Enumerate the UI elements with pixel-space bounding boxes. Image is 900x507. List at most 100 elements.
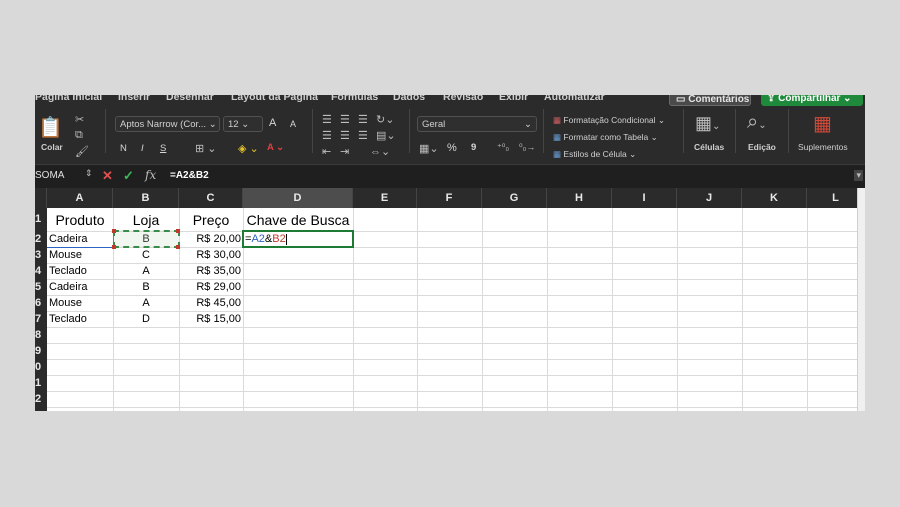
expand-formula-icon[interactable]: ▾ xyxy=(854,170,863,181)
formula-input[interactable]: =A2&B2 xyxy=(170,170,209,181)
decrease-decimal-icon[interactable]: ⁰₀→ xyxy=(519,142,535,153)
cell-d2-formula[interactable]: =A2&B2 xyxy=(245,233,287,245)
align-bottom-icon[interactable]: ☰ xyxy=(358,113,368,126)
font-name-dropdown[interactable]: Aptos Narrow (Cor... ⌄ xyxy=(115,116,220,132)
name-box[interactable]: SOMA xyxy=(35,170,64,181)
name-box-arrows-icon[interactable]: ⇕ xyxy=(85,168,93,179)
cancel-icon[interactable]: ✕ xyxy=(102,168,113,184)
find-icon[interactable]: ⌕⌄ xyxy=(747,111,767,134)
row-header[interactable]: 4 xyxy=(35,263,47,279)
row-header[interactable]: 8 xyxy=(35,327,47,343)
shrink-font-button[interactable]: A xyxy=(290,119,296,129)
orientation-icon[interactable]: ↻⌄ xyxy=(376,113,394,126)
share-button[interactable]: ⇪ Compartilhar ⌄ xyxy=(761,95,863,106)
row-header[interactable]: 7 xyxy=(35,311,47,327)
comma-style-button[interactable]: 9 xyxy=(471,142,476,153)
addins-icon[interactable]: ▦ xyxy=(813,111,832,136)
column-header-h[interactable]: H xyxy=(547,188,612,208)
cell-b1[interactable]: Loja xyxy=(113,212,179,228)
increase-indent-icon[interactable]: ⇥ xyxy=(340,145,349,158)
bold-button[interactable]: N xyxy=(120,143,127,154)
tab-insert[interactable]: Inserir xyxy=(118,95,150,103)
column-header-a[interactable]: A xyxy=(47,188,113,208)
cell-b7[interactable]: D xyxy=(113,313,179,325)
decrease-indent-icon[interactable]: ⇤ xyxy=(322,145,331,158)
accounting-format-icon[interactable]: ▦⌄ xyxy=(419,142,439,155)
active-cell-d2[interactable]: =A2&B2 xyxy=(242,230,354,248)
underline-button[interactable]: S xyxy=(160,143,166,154)
cell-a3[interactable]: Mouse xyxy=(49,249,82,261)
tab-data[interactable]: Dados xyxy=(393,95,425,103)
cell-b6[interactable]: A xyxy=(113,297,179,309)
paste-icon[interactable]: 📋 xyxy=(38,115,63,140)
vertical-scrollbar[interactable] xyxy=(857,188,865,411)
tab-review[interactable]: Revisão xyxy=(443,95,483,103)
cell-styles-button[interactable]: ▦ Estilos de Célula ⌄ xyxy=(553,149,636,160)
comments-button[interactable]: ▭ Comentários xyxy=(669,95,751,106)
cell-c3[interactable]: R$ 30,00 xyxy=(179,249,241,261)
row-header[interactable]: 5 xyxy=(35,279,47,295)
number-format-dropdown[interactable]: Geral ⌄ xyxy=(417,116,537,132)
column-header-b[interactable]: B xyxy=(113,188,179,208)
borders-icon[interactable]: ⊞ ⌄ xyxy=(195,142,217,155)
row-header[interactable]: 2 xyxy=(35,391,47,411)
grow-font-button[interactable]: A xyxy=(269,117,276,129)
tab-formulas[interactable]: Fórmulas xyxy=(331,95,378,103)
column-header-j[interactable]: J xyxy=(677,188,742,208)
insert-function-icon[interactable]: fx xyxy=(145,168,156,182)
cell-a5[interactable]: Cadeira xyxy=(49,281,88,293)
wrap-text-icon[interactable]: ▤⌄ xyxy=(376,129,396,142)
font-size-dropdown[interactable]: 12 ⌄ xyxy=(223,116,263,132)
tab-home[interactable]: Página Inicial xyxy=(35,95,102,103)
tab-view[interactable]: Exibir xyxy=(499,95,528,103)
addins-label[interactable]: Suplementos xyxy=(798,142,848,152)
column-header-i[interactable]: I xyxy=(612,188,677,208)
select-all-corner[interactable] xyxy=(35,188,47,208)
cell-d1[interactable]: Chave de Busca xyxy=(243,212,353,228)
align-center-icon[interactable]: ☰ xyxy=(340,129,350,142)
copy-icon[interactable]: ⧉ xyxy=(75,129,83,142)
reference-handle[interactable] xyxy=(176,245,180,249)
cut-icon[interactable]: ✂ xyxy=(75,113,84,126)
cell-c2[interactable]: R$ 20,00 xyxy=(179,233,241,245)
row-header[interactable]: 1 xyxy=(35,208,47,231)
row-header[interactable]: 1 xyxy=(35,375,47,391)
align-right-icon[interactable]: ☰ xyxy=(358,129,368,142)
format-as-table-button[interactable]: ▦ Formatar como Tabela ⌄ xyxy=(553,132,658,143)
cell-c4[interactable]: R$ 35,00 xyxy=(179,265,241,277)
cells-icon[interactable]: ▦⌄ xyxy=(695,113,720,134)
edit-label[interactable]: Edição xyxy=(748,142,776,152)
cell-a4[interactable]: Teclado xyxy=(49,265,87,277)
increase-decimal-icon[interactable]: ⁺⁰₀ xyxy=(497,142,509,153)
cell-a6[interactable]: Mouse xyxy=(49,297,82,309)
cell-c5[interactable]: R$ 29,00 xyxy=(179,281,241,293)
reference-handle[interactable] xyxy=(176,229,180,233)
cell-b5[interactable]: B xyxy=(113,281,179,293)
tab-automate[interactable]: Automatizar xyxy=(544,95,605,103)
cell-c7[interactable]: R$ 15,00 xyxy=(179,313,241,325)
column-header-e[interactable]: E xyxy=(353,188,417,208)
reference-handle[interactable] xyxy=(112,245,116,249)
column-header-c[interactable]: C xyxy=(179,188,243,208)
align-left-icon[interactable]: ☰ xyxy=(322,129,332,142)
tab-draw[interactable]: Desenhar xyxy=(166,95,214,103)
cell-a1[interactable]: Produto xyxy=(47,212,113,228)
cell-b4[interactable]: A xyxy=(113,265,179,277)
font-color-button[interactable]: A ⌄ xyxy=(267,142,284,153)
confirm-icon[interactable]: ✓ xyxy=(123,168,134,184)
row-header[interactable]: 6 xyxy=(35,295,47,311)
row-header[interactable]: 9 xyxy=(35,343,47,359)
tab-page-layout[interactable]: Layout da Página xyxy=(231,95,318,103)
worksheet-grid[interactable]: A B C D E F G H I J K L 1 2 3 4 5 6 7 8 … xyxy=(35,188,865,411)
row-header[interactable]: 2 xyxy=(35,231,47,247)
italic-button[interactable]: I xyxy=(141,143,144,154)
reference-handle[interactable] xyxy=(112,229,116,233)
cell-b3[interactable]: C xyxy=(113,249,179,261)
column-header-f[interactable]: F xyxy=(417,188,482,208)
align-middle-icon[interactable]: ☰ xyxy=(340,113,350,126)
cell-c6[interactable]: R$ 45,00 xyxy=(179,297,241,309)
conditional-formatting-button[interactable]: ▦ Formatação Condicional ⌄ xyxy=(553,115,665,126)
row-header[interactable]: 0 xyxy=(35,359,47,375)
align-top-icon[interactable]: ☰ xyxy=(322,113,332,126)
cell-a7[interactable]: Teclado xyxy=(49,313,87,325)
